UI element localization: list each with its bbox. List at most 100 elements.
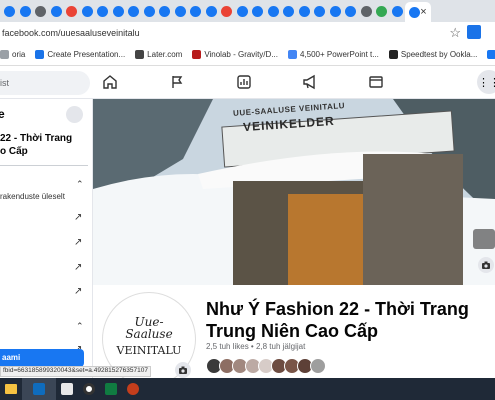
windows-taskbar: [0, 378, 495, 400]
browser-tab[interactable]: [235, 3, 251, 19]
browser-tab[interactable]: [219, 3, 235, 19]
tab-favicon-icon: [4, 5, 16, 17]
tab-favicon-icon: [174, 5, 186, 17]
tab-favicon-icon: [376, 5, 388, 17]
address-bar[interactable]: facebook.com/uuesaaluseveinitalu ☆: [0, 22, 495, 44]
browser-tab[interactable]: [173, 3, 189, 19]
browser-tab[interactable]: [204, 3, 220, 19]
browser-tab[interactable]: [359, 3, 375, 19]
page-stats[interactable]: 2,5 tuh likes • 2,8 tuh jälgijat: [206, 342, 305, 351]
bookmark-label: oria: [12, 50, 26, 59]
browser-tab[interactable]: [390, 3, 406, 19]
tab-favicon-icon: [81, 5, 93, 17]
powerpoint-icon[interactable]: [122, 378, 144, 400]
chart-icon[interactable]: [236, 74, 252, 90]
bookmark-item[interactable]: Speedtest by Ookla...: [388, 50, 477, 59]
tab-favicon-icon: [391, 5, 403, 17]
browser-tab[interactable]: [126, 3, 142, 19]
external-link-icon[interactable]: ↗: [74, 212, 82, 223]
sidebar-overview-label: rakenduste üleselt: [0, 192, 65, 201]
flag-icon[interactable]: [169, 74, 185, 90]
bookmark-star-icon[interactable]: ☆: [449, 25, 461, 41]
browser-tab[interactable]: [374, 3, 390, 19]
browser-tab[interactable]: [188, 3, 204, 19]
browser-tab[interactable]: [111, 3, 127, 19]
browser-tab[interactable]: [266, 3, 282, 19]
browser-tab[interactable]: [33, 3, 49, 19]
bookmark-label: 4,500+ PowerPoint t...: [299, 50, 379, 59]
tab-favicon-icon: [97, 5, 109, 17]
friends-avatars[interactable]: [206, 358, 326, 374]
browser-tab[interactable]: [80, 3, 96, 19]
browser-tab[interactable]: [250, 3, 266, 19]
tab-favicon-icon: [159, 5, 171, 17]
bookmark-item[interactable]: Vinolab - Gravity/D...: [192, 50, 278, 59]
browser-tab[interactable]: [49, 3, 65, 19]
friend-avatar[interactable]: [310, 358, 326, 374]
external-link-icon[interactable]: ↗: [74, 237, 82, 248]
bookmark-label: Vinolab - Gravity/D...: [204, 50, 278, 59]
browser-tab[interactable]: [281, 3, 297, 19]
tab-favicon-icon: [143, 5, 155, 17]
bookmark-favicon-icon: [388, 50, 398, 59]
cover-photo[interactable]: UUE-SAALUSE VEINITALU VEINIKELDER: [93, 99, 495, 285]
url-text[interactable]: facebook.com/uuesaaluseveinitalu: [2, 28, 140, 38]
bookmarks-bar: oria Create Presentation... Later.com Vinol…: [0, 44, 495, 66]
sidebar-page-name[interactable]: 22 - Thời Trang o Cấp: [0, 132, 90, 158]
home-icon[interactable]: [102, 74, 118, 90]
browser-tab[interactable]: [343, 3, 359, 19]
chevron-up-icon[interactable]: ⌃: [76, 321, 84, 332]
tab-favicon-icon: [190, 5, 202, 17]
store-icon[interactable]: [56, 378, 78, 400]
tab-favicon-icon: [50, 5, 62, 17]
bookmark-favicon-icon: [135, 50, 145, 59]
browser-tab[interactable]: [64, 3, 80, 19]
tab-favicon-icon: [298, 5, 310, 17]
close-tab-icon[interactable]: ×: [420, 6, 426, 18]
camera-icon[interactable]: [478, 257, 494, 273]
browser-tab[interactable]: [2, 3, 18, 19]
bookmark-item[interactable]: www.facebook.com: [487, 50, 495, 59]
browser-tab[interactable]: [18, 3, 34, 19]
active-browser-tab[interactable]: ×: [405, 2, 431, 22]
browser-tab[interactable]: [297, 3, 313, 19]
bookmark-item[interactable]: Create Presentation...: [35, 50, 125, 59]
divider: [0, 165, 88, 166]
sidebar-title: e: [0, 107, 5, 121]
browser-tab[interactable]: [95, 3, 111, 19]
tab-favicon-icon: [19, 5, 31, 17]
external-link-icon[interactable]: ↗: [74, 286, 82, 297]
browser-tab[interactable]: [142, 3, 158, 19]
app-icon[interactable]: [78, 378, 100, 400]
search-input[interactable]: ist: [0, 71, 90, 95]
pages-icon[interactable]: [368, 74, 384, 90]
tab-favicon-icon: [314, 5, 326, 17]
chevron-up-icon[interactable]: ⌃: [76, 179, 84, 190]
tab-favicon-icon: [66, 5, 78, 17]
sidebar-collapse-icon[interactable]: [66, 106, 83, 123]
browser-tab[interactable]: [312, 3, 328, 19]
sidebar-pro-button[interactable]: aami: [0, 349, 84, 367]
camera-icon[interactable]: [175, 362, 191, 378]
bookmark-item[interactable]: oria: [0, 50, 25, 59]
tab-favicon-icon: [236, 5, 248, 17]
grid-menu-icon[interactable]: ⋮⋮: [477, 70, 495, 94]
tab-favicon-icon: [252, 5, 264, 17]
bookmark-item[interactable]: Later.com: [135, 50, 182, 59]
browser-tab[interactable]: [328, 3, 344, 19]
external-link-icon[interactable]: ↗: [74, 262, 82, 273]
bookmark-favicon-icon: [0, 50, 9, 59]
megaphone-icon[interactable]: [302, 74, 318, 90]
extension-icon[interactable]: [467, 25, 481, 39]
bookmark-favicon-icon: [287, 50, 297, 59]
bookmark-item[interactable]: 4,500+ PowerPoint t...: [287, 50, 379, 59]
status-url: fbid=663185899320043&set=a.4928152763571…: [0, 366, 151, 377]
bookmark-favicon-icon: [35, 50, 45, 59]
tab-favicon-icon: [283, 5, 295, 17]
file-explorer-icon[interactable]: [0, 378, 22, 400]
excel-icon[interactable]: [100, 378, 122, 400]
tab-favicon-icon: [35, 5, 47, 17]
tab-favicon-icon: [128, 5, 140, 17]
browser-tab[interactable]: [157, 3, 173, 19]
outlook-icon[interactable]: [22, 378, 56, 400]
